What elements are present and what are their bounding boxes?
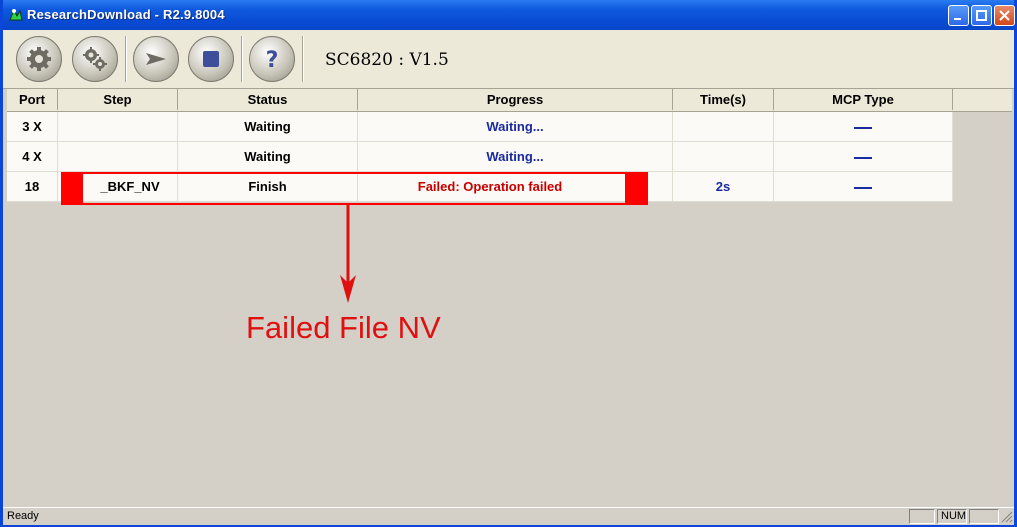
help-button[interactable]: ? [249,36,295,82]
num-lock-indicator: NUM [937,509,967,524]
toolbar-separator [125,36,127,82]
toolbar-separator [302,36,304,82]
time-cell [673,112,774,141]
column-header-time[interactable]: Time(s) [673,89,774,110]
port-cell: 4 X [7,142,58,171]
column-header-mcp-type[interactable]: MCP Type [774,89,953,110]
status-bar: Ready NUM [3,507,1014,525]
app-window: ResearchDownload - R2.9.8004 ? SC6820: … [0,0,1017,527]
start-button[interactable] [133,36,179,82]
title-bar[interactable]: ResearchDownload - R2.9.8004 [3,0,1015,30]
port-disconnected-mark: X [33,149,42,164]
dash-icon [854,126,872,129]
table-row[interactable]: 3 X Waiting Waiting... [7,112,953,142]
stop-button[interactable] [188,36,234,82]
port-cell: 18 [7,172,58,201]
mcp-type-cell [774,142,953,171]
failed-row-highlight [61,172,648,205]
time-cell: 2s [673,172,774,201]
dash-icon [854,156,872,159]
time-cell [673,142,774,171]
maximize-button[interactable] [971,5,992,26]
window-title: ResearchDownload - R2.9.8004 [27,7,225,22]
status-panel-empty [969,509,999,524]
port-disconnected-mark: X [33,119,42,134]
annotation-label: Failed File NV [246,310,441,345]
progress-cell: Waiting... [358,112,673,141]
chip-version-label: SC6820 : V1.5 [325,50,449,70]
status-cell: Waiting [178,142,358,171]
column-header-port[interactable]: Port [7,89,58,110]
progress-cell: Waiting... [358,142,673,171]
table-row[interactable]: 4 X Waiting Waiting... [7,142,953,172]
column-header-progress[interactable]: Progress [358,89,673,110]
settings-button[interactable] [16,36,62,82]
app-icon [8,7,24,23]
main-settings-button[interactable] [72,36,118,82]
resize-grip-icon[interactable] [1001,511,1013,523]
port-cell: 3 X [7,112,58,141]
step-cell [58,112,178,141]
table-header: Port Step Status Progress Time(s) MCP Ty… [7,89,1012,112]
step-cell [58,142,178,171]
toolbar: ? SC6820 : V1.5 [3,30,1014,89]
close-button[interactable] [994,5,1015,26]
dash-icon [854,186,872,189]
svg-text:?: ? [266,48,279,73]
arrow-down-icon [340,205,356,303]
toolbar-separator [241,36,243,82]
status-panel-empty [909,509,935,524]
status-cell: Waiting [178,112,358,141]
mcp-type-cell [774,112,953,141]
column-header-step[interactable]: Step [58,89,178,110]
mcp-type-cell [774,172,953,201]
column-header-status[interactable]: Status [178,89,358,110]
minimize-button[interactable] [948,5,969,26]
status-text: Ready [7,510,39,522]
